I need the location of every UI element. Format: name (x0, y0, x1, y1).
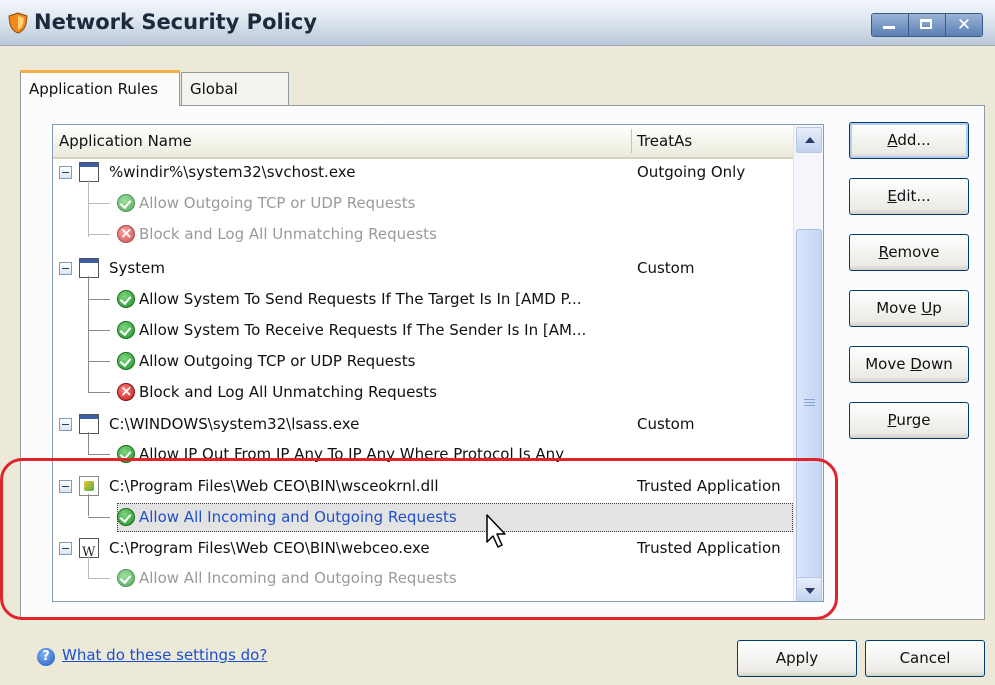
app-name: C:\WINDOWS\system32\lsass.exe (109, 415, 360, 433)
app-name: C:\Program Files\Web CEO\BIN\wsceokrnl.d… (109, 477, 439, 495)
green-check-icon (117, 194, 135, 212)
move-down-button[interactable]: Move Down (849, 346, 969, 383)
window-title: Network Security Policy (34, 10, 318, 34)
treat-as-value: Outgoing Only (637, 163, 746, 181)
purge-button[interactable]: Purge (849, 402, 969, 439)
table-row[interactable]: C:\WINDOWS\system32\lsass.exe Custom (53, 409, 793, 440)
tree-line (88, 392, 110, 393)
help-link[interactable]: What do these settings do? (62, 646, 267, 664)
title-bar: Network Security Policy ✕ (0, 0, 995, 46)
treat-as-value: Trusted Application (637, 539, 781, 557)
collapse-icon[interactable] (59, 418, 72, 431)
collapse-icon[interactable] (59, 480, 72, 493)
apply-button[interactable]: Apply (737, 640, 857, 677)
app-name: %windir%\system32\svchost.exe (109, 163, 356, 181)
webceo-app-icon (79, 537, 99, 568)
table-row[interactable]: Allow System To Send Requests If The Tar… (53, 284, 793, 315)
column-header-treatas[interactable]: TreatAs (637, 125, 692, 157)
remove-button[interactable]: Remove (849, 234, 969, 271)
table-row[interactable]: C:\Program Files\Web CEO\BIN\webceo.exe … (53, 533, 793, 568)
collapse-icon[interactable] (59, 262, 72, 275)
collapse-icon[interactable] (59, 166, 72, 179)
window-controls: ✕ (871, 13, 983, 37)
table-row[interactable]: Block and Log All Unmatching Requests (53, 376, 793, 408)
tree-line (88, 299, 110, 300)
add-button[interactable]: Add... (849, 122, 969, 159)
maximize-button[interactable] (908, 14, 945, 36)
app-name: System (109, 259, 165, 277)
table-row[interactable]: C:\Program Files\Web CEO\BIN\wsceokrnl.d… (53, 471, 793, 502)
chevron-down-icon (805, 588, 815, 594)
red-block-icon (117, 376, 135, 407)
app-name: C:\Program Files\Web CEO\BIN\webceo.exe (109, 539, 430, 557)
column-header-application-name[interactable]: Application Name (59, 125, 192, 157)
tree-line (88, 454, 110, 455)
tree-line (88, 361, 110, 362)
scroll-down-button[interactable] (796, 577, 822, 601)
close-button[interactable]: ✕ (945, 14, 982, 36)
mouse-pointer-icon (486, 514, 506, 548)
table-row[interactable]: Allow Outgoing TCP or UDP Requests (53, 188, 793, 219)
chevron-up-icon (805, 137, 815, 143)
network-security-policy-window: Network Security Policy ✕ Application Ru… (0, 0, 995, 685)
green-check-icon (117, 508, 135, 526)
rule-label: Allow All Incoming and Outgoing Requests (139, 569, 457, 587)
minimize-icon (883, 26, 895, 29)
column-divider[interactable] (631, 129, 632, 153)
rule-label: Allow Outgoing TCP or UDP Requests (139, 194, 416, 212)
application-window-icon (79, 258, 99, 278)
tree-line (88, 578, 110, 579)
minimize-button[interactable] (872, 14, 908, 36)
help-icon[interactable]: ? (37, 648, 55, 666)
tab-application-rules[interactable]: Application Rules (20, 70, 180, 106)
tab-global-rules[interactable]: Global Rules (181, 72, 289, 130)
edit-button[interactable]: Edit... (849, 178, 969, 215)
green-check-icon (117, 445, 135, 463)
rule-label: Block and Log All Unmatching Requests (139, 383, 437, 401)
red-block-icon (117, 218, 135, 249)
rule-label: Allow All Incoming and Outgoing Requests (139, 508, 457, 526)
maximize-icon (920, 19, 932, 29)
scroll-up-button[interactable] (796, 127, 822, 153)
rule-label: Allow System To Send Requests If The Tar… (139, 290, 582, 308)
grip-line (804, 405, 815, 406)
dll-file-icon (79, 476, 99, 496)
treat-as-value: Custom (637, 415, 695, 433)
table-row[interactable]: Allow All Incoming and Outgoing Requests (53, 563, 793, 594)
scroll-thumb[interactable] (796, 229, 822, 581)
list-header: Application Name TreatAs (53, 125, 793, 159)
table-row[interactable]: Allow Outgoing TCP or UDP Requests (53, 346, 793, 377)
grip-line (804, 399, 815, 400)
tree-line (88, 517, 110, 518)
green-check-icon (117, 569, 135, 587)
rule-label: Allow IP Out From IP Any To IP Any Where… (139, 445, 565, 463)
close-icon: ✕ (956, 15, 972, 35)
rule-label: Allow Outgoing TCP or UDP Requests (139, 352, 416, 370)
rule-label: Allow System To Receive Requests If The … (139, 321, 587, 339)
table-row[interactable]: System Custom (53, 253, 793, 284)
application-window-icon (79, 414, 99, 434)
collapse-icon[interactable] (59, 542, 72, 555)
tree-line (88, 330, 110, 331)
table-row[interactable]: Block and Log All Unmatching Requests (53, 218, 793, 250)
shield-icon (8, 12, 28, 34)
grip-line (804, 402, 815, 403)
treat-as-value: Custom (637, 259, 695, 277)
cancel-button[interactable]: Cancel (865, 640, 985, 677)
application-window-icon (79, 162, 99, 182)
treat-as-value: Trusted Application (637, 477, 781, 495)
green-check-icon (117, 352, 135, 370)
tree-line (88, 203, 110, 204)
move-up-button[interactable]: Move Up (849, 290, 969, 327)
table-row[interactable]: %windir%\system32\svchost.exe Outgoing O… (53, 157, 793, 188)
rules-list[interactable]: Application Name TreatAs %windir%\system… (52, 124, 824, 602)
rule-label: Block and Log All Unmatching Requests (139, 225, 437, 243)
table-row-selected[interactable]: Allow All Incoming and Outgoing Requests (53, 502, 793, 533)
green-check-icon (117, 290, 135, 308)
tree-line (88, 234, 110, 235)
vertical-scrollbar[interactable] (793, 125, 823, 601)
table-row[interactable]: Allow IP Out From IP Any To IP Any Where… (53, 439, 793, 470)
table-row[interactable]: Allow System To Receive Requests If The … (53, 315, 793, 346)
green-check-icon (117, 321, 135, 339)
